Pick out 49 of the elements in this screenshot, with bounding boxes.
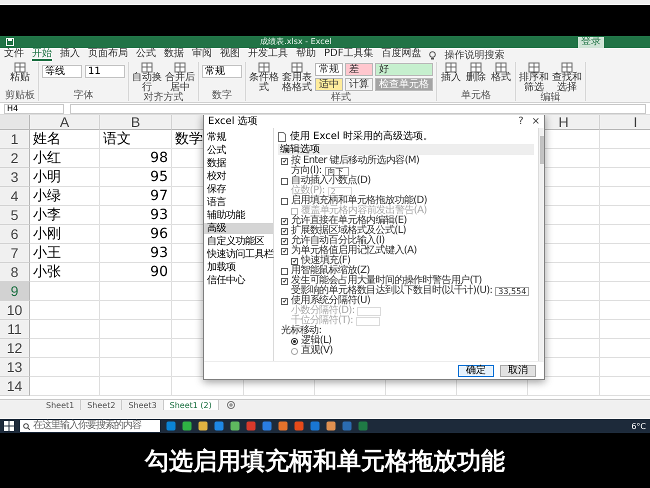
option-label: 快速填充(F) (301, 256, 350, 266)
option-label: 光标移动: (281, 326, 322, 336)
option-label: 小数分隔符(D): (291, 306, 354, 316)
option-label: 直观(V) (301, 346, 333, 356)
option-label: 扩展数据区域格式及公式(L) (291, 226, 406, 236)
option-label: 覆盖单元格内容前发出警告(A) (301, 206, 427, 216)
group-label: 字体 (74, 91, 94, 101)
page-heading: 使用 Excel 时采用的高级选项。 (290, 132, 433, 142)
table-cell: 小李 (30, 206, 100, 225)
table-cell: 小绿 (30, 187, 100, 206)
table-cell: 96 (100, 225, 172, 244)
table-cell: 小王 (30, 244, 100, 263)
option-label: 位数(P): (291, 186, 325, 196)
section-heading: 编辑选项 (278, 144, 534, 155)
table-cell: 小红 (30, 149, 100, 168)
option-label: 方向(I): (291, 166, 322, 176)
table-cell: 小明 (30, 168, 100, 187)
option-label: 允许自动百分比输入(I) (291, 236, 385, 246)
table-cell: 97 (100, 187, 172, 206)
option-label: 受影响的单元格数目达到以下数目时(以千计)(U): (291, 286, 492, 296)
option-label: 允许直接在单元格内编辑(E) (291, 216, 407, 226)
option-label: 按 Enter 键后移动所选内容(M) (291, 156, 420, 166)
option-label: 千位分隔符(T): (291, 316, 353, 326)
group-label: 对齐方式 (144, 93, 184, 103)
window-title: 成绩表.xlsx - Excel (259, 36, 333, 48)
option-label: 使用系统分隔符(U) (291, 296, 370, 306)
group-label: 剪贴板 (5, 91, 35, 101)
option-label: 为单元格值启用记忆式键入(A) (291, 246, 417, 256)
group-label: 单元格 (461, 91, 491, 101)
table-cell: 98 (100, 149, 172, 168)
group-label: 样式 (331, 93, 351, 103)
option-label: 发生可能会占用大量时间的操作时警告用户(T) (291, 276, 482, 286)
subtitle: 勾选启用填充柄和单元格拖放功能 (145, 446, 505, 476)
option-label: 启用填充柄和单元格拖放功能(D) (291, 196, 427, 206)
option-label: 逻辑(L) (301, 336, 332, 346)
table-cell: 小张 (30, 263, 100, 282)
table-cell: 93 (100, 244, 172, 263)
weather-reading: 6°C (631, 422, 646, 430)
table-cell: 90 (100, 263, 172, 282)
option-label: 用智能鼠标缩放(Z) (291, 266, 370, 276)
group-label: 数字 (212, 91, 232, 101)
table-cell: 95 (100, 168, 172, 187)
table-cell: 93 (100, 206, 172, 225)
option-label: 自动插入小数点(D) (291, 176, 371, 186)
table-cell: 姓名 (30, 130, 100, 149)
dialog-title: Excel 选项 (208, 116, 259, 126)
group-label: 编辑 (540, 93, 560, 103)
table-cell: 小刚 (30, 225, 100, 244)
table-cell: 语文 (100, 130, 172, 149)
